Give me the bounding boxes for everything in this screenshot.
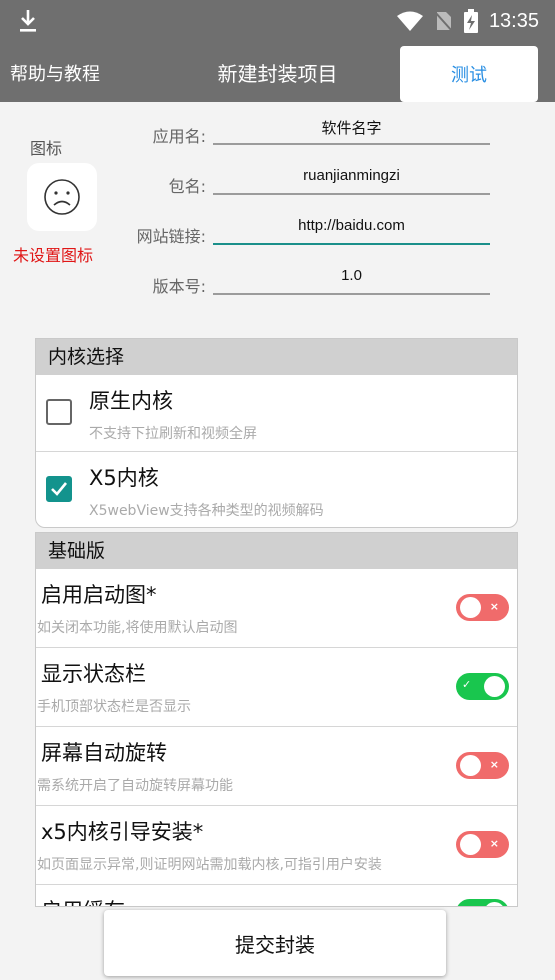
setting-title: 屏幕自动旋转 (41, 741, 167, 765)
website-url-input[interactable]: http://baidu.com (213, 217, 490, 245)
setting-title: 启用启动图* (41, 583, 157, 607)
kernel-option-desc: 不支持下拉刷新和视频全屏 (89, 426, 257, 442)
basic-section-header: 基础版 (36, 533, 517, 569)
setting-desc: 如页面显示异常,则证明网站需加载内核,可指引用户安装 (37, 857, 382, 873)
test-button[interactable]: 测试 (400, 46, 538, 102)
package-name-label: 包名: (168, 177, 206, 196)
setting-splash-image: 启用启动图* 如关闭本功能,将使用默认启动图 × (36, 569, 517, 648)
status-bar: 13:35 (0, 0, 555, 44)
checkmark-icon (51, 482, 68, 496)
x-icon: × (489, 837, 499, 850)
setting-desc: 如关闭本功能,将使用默认启动图 (37, 620, 238, 636)
kernel-selection-card: 内核选择 原生内核 不支持下拉刷新和视频全屏 X5内核 X5webView支持各… (35, 338, 518, 528)
app-name-label: 应用名: (152, 127, 206, 146)
kernel-option-x5[interactable]: X5内核 X5webView支持各种类型的视频解码 (36, 451, 517, 527)
clock: 13:35 (488, 9, 539, 32)
setting-auto-rotate: 屏幕自动旋转 需系统开启了自动旋转屏幕功能 × (36, 727, 517, 806)
app-icon-picker[interactable] (27, 163, 97, 231)
cache-toggle[interactable]: ✓ (456, 899, 509, 906)
toolbar: 帮助与教程 新建封装项目 测试 (0, 44, 555, 102)
basic-settings-card: 基础版 启用启动图* 如关闭本功能,将使用默认启动图 × 显示状态栏 手机顶部状… (35, 532, 518, 907)
submit-package-button[interactable]: 提交封装 (104, 910, 446, 976)
kernel-option-title: 原生内核 (89, 389, 173, 413)
auto-rotate-toggle[interactable]: × (456, 752, 509, 779)
kernel-option-title: X5内核 (89, 466, 159, 490)
kernel-option-native[interactable]: 原生内核 不支持下拉刷新和视频全屏 (36, 375, 517, 451)
battery-charging-icon (463, 9, 478, 33)
splash-image-toggle[interactable]: × (456, 594, 509, 621)
setting-status-bar: 显示状态栏 手机顶部状态栏是否显示 ✓ (36, 648, 517, 727)
icon-label: 图标 (30, 139, 63, 158)
setting-title: x5内核引导安装* (41, 820, 204, 844)
setting-desc: 需系统开启了自动旋转屏幕功能 (37, 778, 233, 794)
setting-title: 启用缓存 (41, 895, 125, 906)
package-name-input[interactable]: ruanjianmingzi (213, 167, 490, 195)
setting-cache: 启用缓存 ✓ (36, 885, 517, 906)
check-icon: ✓ (462, 904, 471, 906)
help-tutorial-link[interactable]: 帮助与教程 (10, 60, 100, 86)
wifi-icon (396, 11, 423, 31)
version-input[interactable]: 1.0 (213, 267, 490, 295)
check-icon: ✓ (462, 678, 472, 691)
sad-face-icon (44, 179, 80, 215)
kernel-section-header: 内核选择 (36, 339, 517, 375)
status-bar-toggle[interactable]: ✓ (456, 673, 509, 700)
icon-not-set-text: 未设置图标 (13, 246, 94, 265)
kernel-option-desc: X5webView支持各种类型的视频解码 (89, 503, 324, 519)
x5-install-guide-toggle[interactable]: × (456, 831, 509, 858)
version-label: 版本号: (152, 277, 206, 296)
x5-kernel-checkbox[interactable] (46, 476, 72, 502)
setting-title: 显示状态栏 (41, 662, 146, 686)
setting-x5-install-guide: x5内核引导安装* 如页面显示异常,则证明网站需加载内核,可指引用户安装 × (36, 806, 517, 885)
app-name-input[interactable]: 软件名字 (213, 117, 490, 145)
download-icon (20, 10, 36, 32)
website-url-label: 网站链接: (136, 227, 206, 246)
native-kernel-checkbox[interactable] (46, 399, 72, 425)
no-sim-icon (434, 11, 453, 32)
x-icon: × (489, 600, 499, 613)
x-icon: × (489, 758, 499, 771)
setting-desc: 手机顶部状态栏是否显示 (37, 699, 191, 715)
